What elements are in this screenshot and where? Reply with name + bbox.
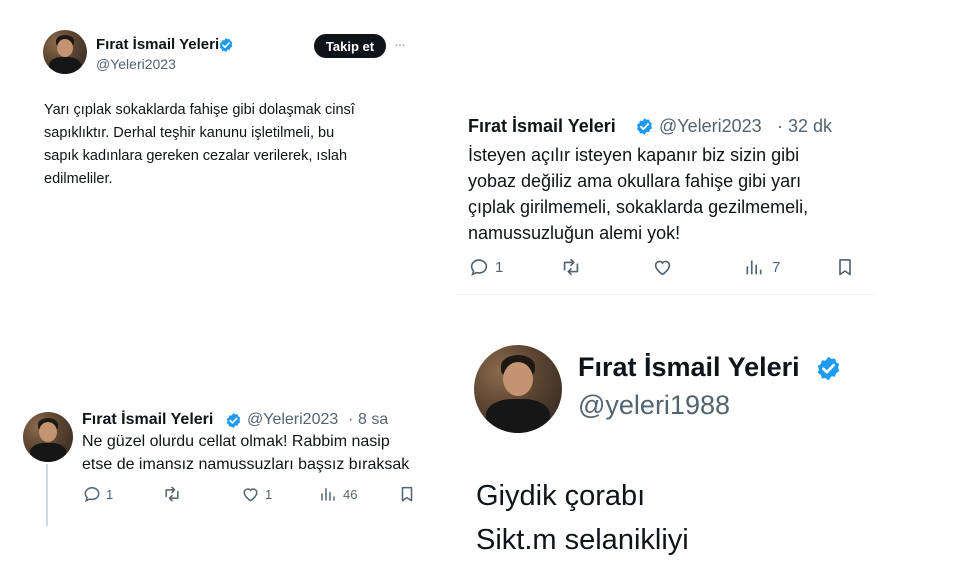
bookmark-icon xyxy=(835,256,855,278)
tweet-text-line: yobaz değiliz ama okullara fahişe gibi y… xyxy=(468,171,802,191)
tweet-text-line: Giydik çorabı xyxy=(476,480,646,512)
tweet-text-line: çıplak girilmemeli, sokaklarda gezilmeme… xyxy=(468,197,809,217)
reply-button[interactable]: 1 xyxy=(468,256,503,278)
views-count: 7 xyxy=(772,258,781,276)
avatar[interactable] xyxy=(43,30,87,74)
bookmark-button[interactable] xyxy=(835,256,855,278)
reply-icon xyxy=(82,484,102,504)
views-icon xyxy=(319,484,337,504)
heart-icon xyxy=(651,256,674,278)
reply-count: 1 xyxy=(495,258,504,276)
views-button[interactable]: 7 xyxy=(744,256,780,278)
bookmark-button[interactable] xyxy=(398,484,416,504)
views-button[interactable]: 46 xyxy=(319,484,357,504)
reply-icon xyxy=(468,256,490,278)
more-options-icon[interactable]: ··· xyxy=(394,36,406,52)
tweet-text-line: Yarı çıplak sokaklarda fahişe gibi dolaş… xyxy=(44,102,355,118)
verified-badge-icon xyxy=(815,355,842,387)
divider xyxy=(455,294,875,295)
tweet-text-line: Ne güzel olurdu cellat olmak! Rabbim nas… xyxy=(82,433,390,450)
timestamp[interactable]: 8 sa xyxy=(358,411,388,429)
thread-line xyxy=(46,464,48,526)
views-count: 46 xyxy=(343,486,358,502)
bookmark-icon xyxy=(398,484,416,504)
retweet-icon xyxy=(161,484,183,504)
timestamp[interactable]: 32 dk xyxy=(788,116,832,137)
retweet-button[interactable] xyxy=(161,484,183,504)
display-name[interactable]: Fırat İsmail Yeleri xyxy=(578,352,800,383)
tweet-text-line: sapıklıktır. Derhal teşhir kanunu işleti… xyxy=(44,125,335,141)
verified-badge-icon xyxy=(635,117,654,141)
reply-count: 1 xyxy=(106,486,114,502)
handle[interactable]: @yeleri1988 xyxy=(578,390,730,421)
reply-button[interactable]: 1 xyxy=(82,484,113,504)
heart-icon xyxy=(240,484,261,504)
verified-badge-icon xyxy=(225,412,242,434)
display-name[interactable]: Fırat İsmail Yeleri xyxy=(82,411,213,429)
tweet-text-line: Sikt.m selanikliyi xyxy=(476,524,689,556)
retweet-button[interactable] xyxy=(559,256,583,278)
avatar[interactable] xyxy=(474,345,562,433)
tweet-text-line: sapık kadınlara gereken cezalar verilere… xyxy=(44,148,348,164)
follow-button[interactable]: Takip et xyxy=(314,34,386,58)
avatar[interactable] xyxy=(23,412,73,462)
tweet-text-line: etse de imansız namussuzları başsız bıra… xyxy=(82,456,410,473)
tweet-text-line: edilmeliler. xyxy=(44,171,113,187)
like-count: 1 xyxy=(265,486,273,502)
handle[interactable]: @Yeleri2023 xyxy=(659,116,762,137)
views-icon xyxy=(744,256,764,278)
display-name[interactable]: Fırat İsmail Yeleri xyxy=(96,36,219,53)
like-button[interactable] xyxy=(651,256,674,278)
separator: · xyxy=(348,411,354,428)
display-name[interactable]: Fırat İsmail Yeleri xyxy=(468,116,616,137)
handle[interactable]: @Yeleri2023 xyxy=(96,56,176,72)
retweet-icon xyxy=(559,256,583,278)
tweet-text-line: İsteyen açılır isteyen kapanır biz sizin… xyxy=(468,145,800,165)
handle[interactable]: @Yeleri2023 xyxy=(247,411,338,429)
separator: · xyxy=(777,116,783,136)
like-button[interactable]: 1 xyxy=(240,484,272,504)
tweet-text-line: namussuzluğun alemi yok! xyxy=(468,223,681,243)
verified-badge-icon xyxy=(218,37,234,58)
